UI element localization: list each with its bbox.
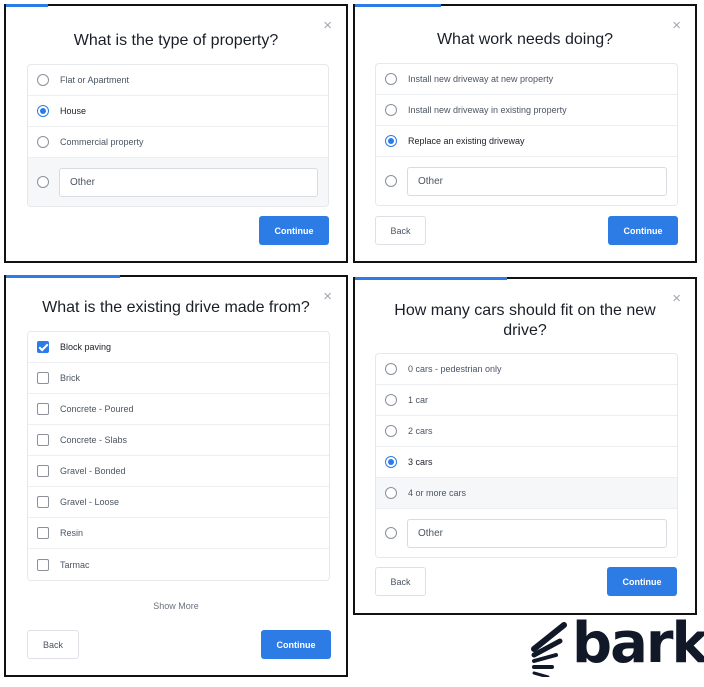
checkbox[interactable] — [37, 434, 49, 446]
bark-logo-mark-icon — [531, 622, 567, 677]
option-2-cars[interactable]: 2 cars — [376, 416, 677, 447]
option-gravel-loose[interactable]: Gravel - Loose — [28, 487, 329, 518]
back-button[interactable]: Back — [375, 567, 426, 596]
continue-button[interactable]: Continue — [259, 216, 329, 245]
radio-button-selected[interactable] — [37, 105, 49, 117]
option-label: Gravel - Bonded — [60, 466, 126, 476]
other-input[interactable]: Other — [407, 166, 667, 196]
option-label: Gravel - Loose — [60, 497, 120, 507]
checkbox[interactable] — [37, 403, 49, 415]
question-title: What is the type of property? — [73, 32, 279, 49]
option-label: 2 cars — [408, 426, 433, 436]
option-1-car[interactable]: 1 car — [376, 385, 677, 416]
bark-logo-text: bark — [572, 611, 704, 676]
option-install-new-property[interactable]: Install new driveway at new property — [376, 64, 677, 95]
option-0-cars[interactable]: 0 cars - pedestrian only — [376, 354, 677, 385]
radio-button-selected[interactable] — [385, 135, 397, 147]
radio-button[interactable] — [385, 527, 397, 539]
existing-drive-material-panel: × What is the existing drive made from? … — [4, 275, 348, 677]
radio-button[interactable] — [385, 104, 397, 116]
radio-button[interactable] — [385, 487, 397, 499]
option-concrete-poured[interactable]: Concrete - Poured — [28, 394, 329, 425]
checkbox-checked[interactable] — [37, 341, 49, 353]
option-label: Brick — [60, 373, 80, 383]
radio-button-selected[interactable] — [385, 456, 397, 468]
options-list: Install new driveway at new property Ins… — [375, 63, 678, 206]
question-title-line: drive? — [503, 322, 547, 339]
question-title: How many cars should fit on the new driv… — [355, 301, 695, 341]
option-label: 1 car — [408, 395, 429, 405]
radio-button[interactable] — [385, 425, 397, 437]
progress-bar — [6, 275, 120, 278]
options-list: 0 cars - pedestrian only 1 car 2 cars 3 … — [375, 353, 678, 558]
option-label: Resin — [60, 528, 84, 538]
checkbox[interactable] — [37, 465, 49, 477]
progress-bar — [355, 4, 441, 7]
option-label: 3 cars — [408, 457, 433, 467]
option-other[interactable]: Other — [376, 157, 677, 205]
radio-button[interactable] — [385, 363, 397, 375]
question-title-line: How many cars should fit on the new — [394, 302, 656, 319]
option-label: 0 cars - pedestrian only — [408, 364, 502, 374]
option-block-paving[interactable]: Block paving — [28, 332, 329, 363]
cars-capacity-panel: × How many cars should fit on the new dr… — [353, 277, 697, 615]
question-title: What work needs doing? — [436, 31, 614, 48]
options-list: Block paving Brick Concrete - Poured Con… — [27, 331, 330, 581]
back-button[interactable]: Back — [27, 630, 79, 659]
option-brick[interactable]: Brick — [28, 363, 329, 394]
option-3-cars[interactable]: 3 cars — [376, 447, 677, 478]
progress-bar — [355, 277, 507, 280]
progress-bar — [6, 4, 48, 7]
other-input[interactable]: Other — [59, 167, 318, 197]
option-label: Install new driveway in existing propert… — [408, 105, 567, 115]
option-label: Install new driveway at new property — [408, 74, 554, 84]
option-label: Tarmac — [60, 559, 90, 570]
radio-button[interactable] — [37, 176, 49, 188]
option-install-existing-property[interactable]: Install new driveway in existing propert… — [376, 95, 677, 126]
option-other[interactable]: Other — [28, 158, 328, 206]
radio-button[interactable] — [37, 74, 49, 86]
question-title: What is the existing drive made from? — [42, 299, 310, 316]
option-label: Commercial property — [60, 137, 144, 147]
option-house[interactable]: House — [28, 96, 328, 127]
option-4-or-more-cars[interactable]: 4 or more cars — [376, 478, 677, 509]
option-flat-or-apartment[interactable]: Flat or Apartment — [28, 65, 328, 96]
back-button[interactable]: Back — [375, 216, 426, 245]
option-label: Block paving — [60, 342, 112, 352]
option-label: 4 or more cars — [408, 488, 467, 498]
work-needed-panel: × What work needs doing? Install new dri… — [353, 4, 697, 263]
checkbox[interactable] — [37, 558, 49, 571]
option-replace-existing[interactable]: Replace an existing driveway — [376, 126, 677, 157]
option-label: Concrete - Poured — [60, 404, 134, 414]
radio-button[interactable] — [37, 136, 49, 148]
other-input[interactable]: Other — [407, 518, 667, 548]
radio-button[interactable] — [385, 394, 397, 406]
continue-button[interactable]: Continue — [261, 630, 331, 659]
option-gravel-bonded[interactable]: Gravel - Bonded — [28, 456, 329, 487]
bark-logo: bark — [530, 611, 704, 679]
continue-button[interactable]: Continue — [607, 567, 677, 596]
option-other[interactable]: Other — [376, 509, 677, 557]
property-type-panel: × What is the type of property? Flat or … — [4, 4, 348, 263]
checkbox[interactable] — [37, 527, 49, 539]
option-label: House — [60, 106, 87, 116]
option-label: Concrete - Slabs — [60, 435, 128, 445]
option-label: Replace an existing driveway — [408, 136, 525, 146]
option-concrete-slabs[interactable]: Concrete - Slabs — [28, 425, 329, 456]
option-tarmac[interactable]: Tarmac — [28, 549, 329, 580]
option-commercial-property[interactable]: Commercial property — [28, 127, 328, 158]
show-more-link[interactable]: Show More — [6, 601, 346, 611]
checkbox[interactable] — [37, 496, 49, 508]
options-list: Flat or Apartment House Commercial prope… — [27, 64, 329, 207]
option-label: Flat or Apartment — [60, 75, 130, 85]
checkbox[interactable] — [37, 372, 49, 384]
continue-button[interactable]: Continue — [608, 216, 678, 245]
radio-button[interactable] — [385, 175, 397, 187]
radio-button[interactable] — [385, 73, 397, 85]
option-resin[interactable]: Resin — [28, 518, 329, 549]
